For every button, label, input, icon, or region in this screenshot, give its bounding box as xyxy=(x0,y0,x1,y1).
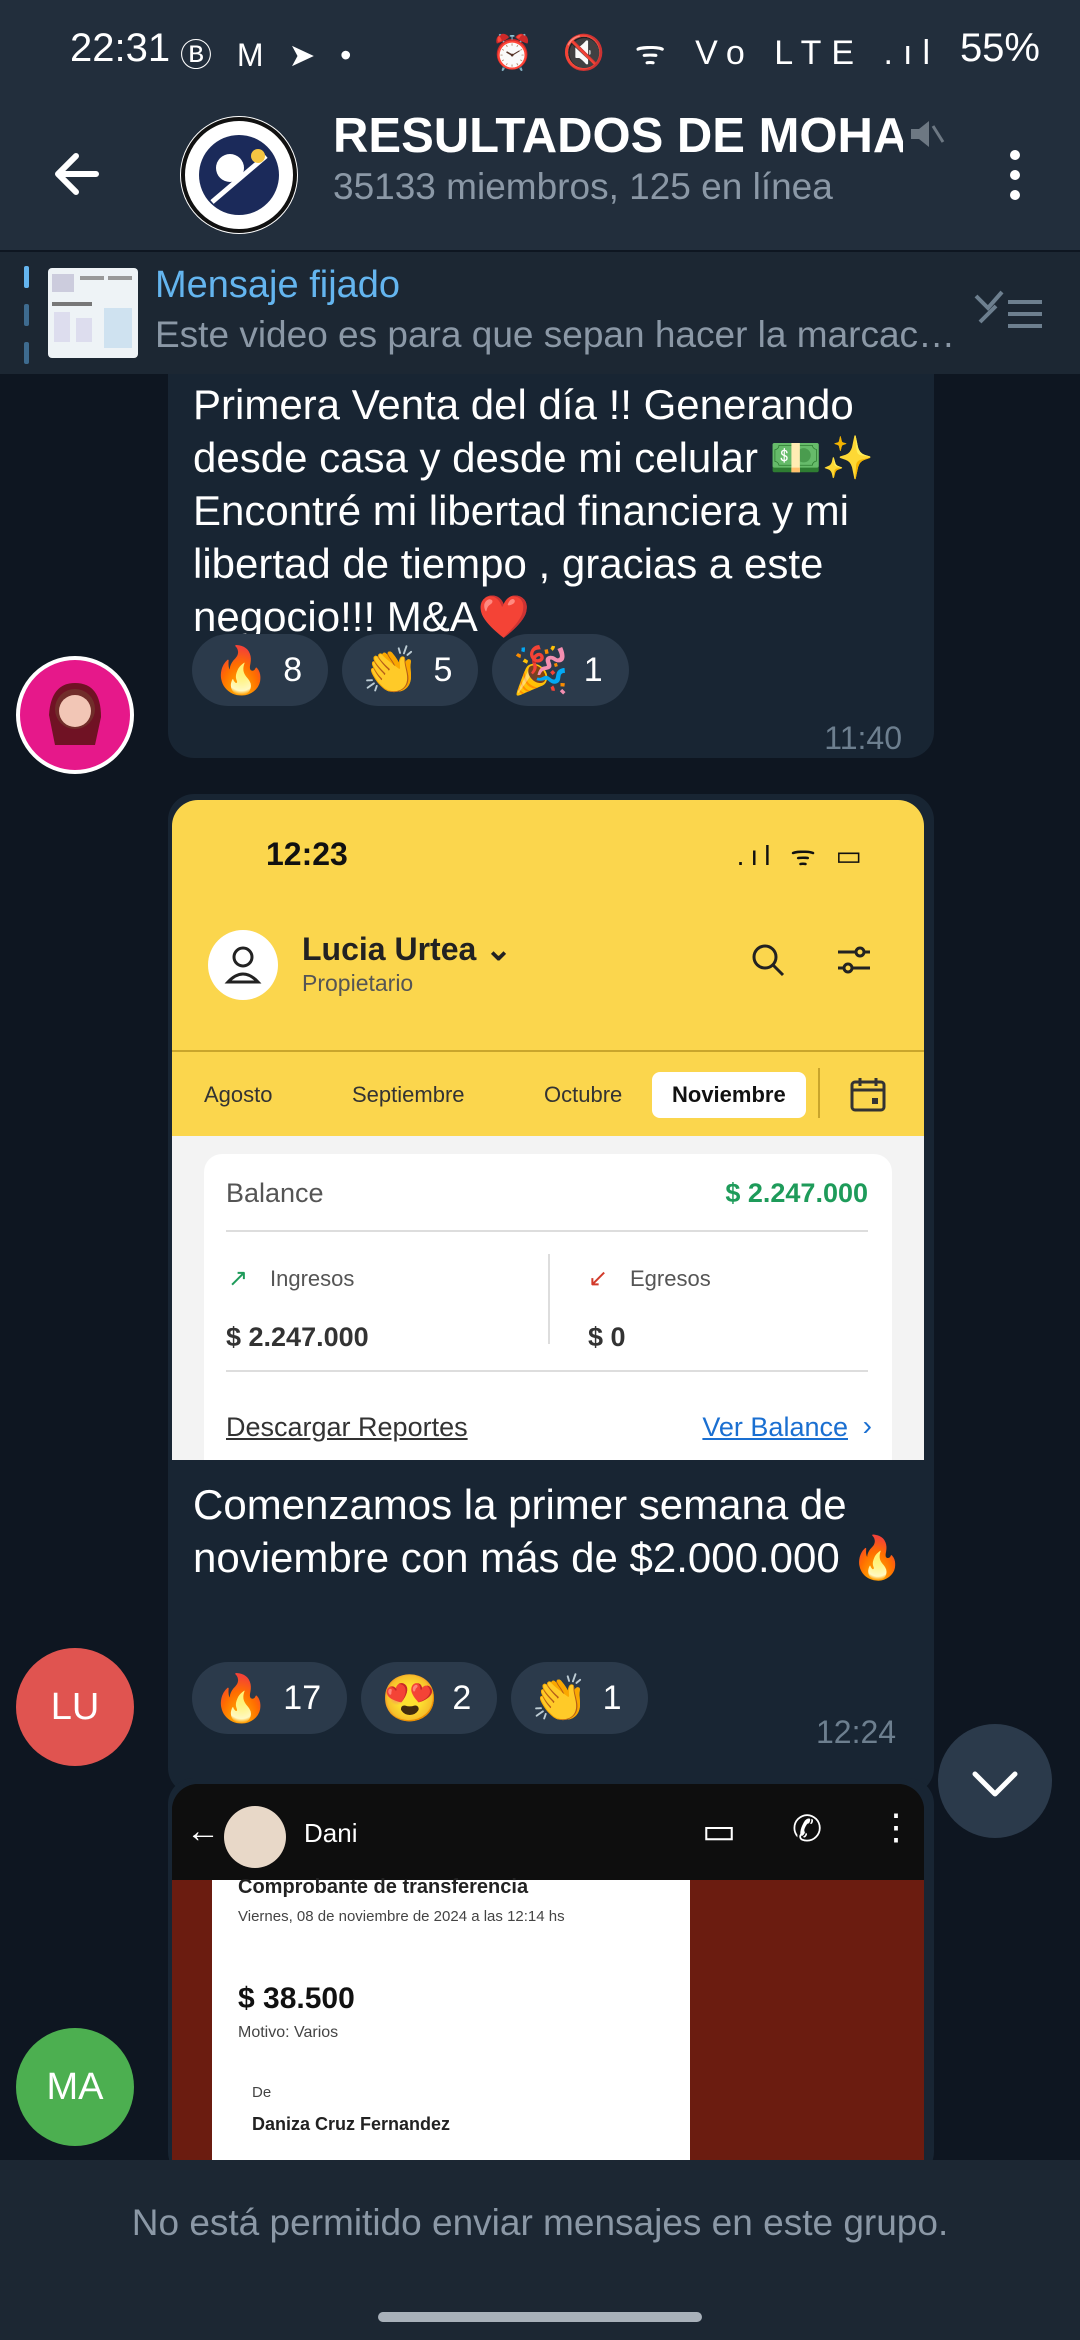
receipt: Comprobante de transferencia Viernes, 08… xyxy=(212,1876,690,2160)
reaction-emoji: 🔥 xyxy=(212,1671,270,1724)
sender-avatar[interactable] xyxy=(16,656,134,774)
user-icon xyxy=(208,930,278,1000)
receipt-from-name: Daniza Cruz Fernandez xyxy=(252,2114,451,2134)
reaction-emoji: 👏 xyxy=(362,643,420,696)
home-indicator[interactable] xyxy=(378,2312,702,2322)
reaction-emoji: 👏 xyxy=(531,1671,589,1724)
balance-card: Balance $ 2.247.000 ↗ Ingresos $ 2.247.0… xyxy=(204,1154,892,1460)
group-title[interactable]: RESULTADOS DE MOHAMMAD xyxy=(333,104,903,168)
filter-icon xyxy=(834,940,874,989)
chat-header: RESULTADOS DE MOHAMMAD 35133 miembros, 1… xyxy=(0,100,1080,250)
pinned-list-icon[interactable] xyxy=(970,282,1050,342)
reaction-emoji: 🎉 xyxy=(512,643,570,696)
reaction-count: 1 xyxy=(583,650,603,689)
group-avatar[interactable] xyxy=(180,116,298,234)
expense-label: Egresos xyxy=(630,1266,711,1291)
search-icon xyxy=(748,940,788,989)
app-user-name: Lucia Urtea ⌄ xyxy=(302,930,512,968)
reaction-clap[interactable]: 👏 1 xyxy=(511,1662,648,1734)
tab-noviembre: Noviembre xyxy=(652,1072,806,1118)
pinned-message-bar[interactable]: Mensaje fijado Este video es para que se… xyxy=(0,250,1080,376)
reaction-party[interactable]: 🎉 1 xyxy=(492,634,629,706)
tab-octubre: Octubre xyxy=(544,1082,623,1107)
divider xyxy=(226,1230,868,1232)
reaction-count: 1 xyxy=(602,1678,622,1717)
reaction-count: 5 xyxy=(433,650,453,689)
message-time: 11:40 xyxy=(824,720,902,756)
reaction-count: 2 xyxy=(452,1678,472,1717)
back-arrow-icon: ← xyxy=(186,1812,220,1850)
sender-avatar-lu[interactable]: LU xyxy=(16,1648,134,1766)
reaction-fire[interactable]: 🔥 8 xyxy=(192,634,329,706)
reaction-fire[interactable]: 🔥 17 xyxy=(192,1662,348,1734)
contact-avatar xyxy=(224,1806,286,1868)
tab-septiembre: Septiembre xyxy=(352,1082,465,1107)
message-text: Comenzamos la primer semana de noviembre… xyxy=(193,1481,904,1581)
app-status-icons: .ıl ᯤ ▭ xyxy=(736,840,868,871)
battery-percent: 55% xyxy=(959,26,1040,70)
calendar-icon xyxy=(848,1074,888,1123)
receipt-reason: Motivo: Varios xyxy=(238,2024,339,2041)
system-icons: ⏰ 🔇 ᯤ Vo LTE .ıl xyxy=(491,34,940,72)
muted-icon xyxy=(905,114,945,154)
video-call-icon: ▭ xyxy=(702,1810,737,1851)
reaction-heart-eyes[interactable]: 😍 2 xyxy=(361,1662,498,1734)
pinned-indicator xyxy=(24,266,29,364)
chevron-down-icon: ⌄ xyxy=(485,931,512,967)
reactions: 🔥 8 👏 5 🎉 1 xyxy=(192,634,629,706)
pinned-text: Este video es para que sepan hacer la ma… xyxy=(155,314,960,355)
sender-avatar-ma[interactable]: MA xyxy=(16,2028,134,2146)
back-arrow-icon[interactable] xyxy=(40,134,120,214)
notification-icons: Ⓑ M ➤ • xyxy=(180,37,360,73)
posting-restricted-notice: No está permitido enviar mensajes en est… xyxy=(131,2202,949,2243)
message-bubble[interactable]: Primera Venta del día !! Generando desde… xyxy=(168,374,934,758)
income-value: $ 2.247.000 xyxy=(226,1322,369,1352)
tab-agosto: Agosto xyxy=(204,1082,273,1107)
receipt-title: Comprobante de transferencia xyxy=(238,1876,529,1898)
scroll-down-button[interactable] xyxy=(938,1724,1052,1838)
view-balance-link: Ver Balance xyxy=(702,1412,848,1442)
phone-icon: ✆ xyxy=(792,1808,823,1849)
tab-divider xyxy=(818,1068,820,1118)
app-user-role: Propietario xyxy=(302,970,414,996)
divider xyxy=(548,1254,550,1344)
message-text: Primera Venta del día !! Generando desde… xyxy=(193,381,875,640)
message-time: 12:24 xyxy=(816,1714,897,1750)
reaction-emoji: 🔥 xyxy=(212,643,270,696)
reaction-emoji: 😍 xyxy=(381,1671,439,1724)
app-status-time: 12:23 xyxy=(266,836,348,872)
status-time: 22:31 xyxy=(70,26,171,70)
app-user-name-text: Lucia Urtea xyxy=(302,931,477,967)
receipt-from-label: De xyxy=(252,2084,272,2101)
bottom-bar: No está permitido enviar mensajes en est… xyxy=(0,2160,1080,2340)
reaction-count: 8 xyxy=(283,650,303,689)
divider xyxy=(226,1370,868,1372)
reactions: 🔥 17 😍 2 👏 1 xyxy=(192,1662,648,1734)
balance-value: $ 2.247.000 xyxy=(725,1178,868,1208)
app-body: Balance $ 2.247.000 ↗ Ingresos $ 2.247.0… xyxy=(172,1136,924,1460)
message-image[interactable]: ← Dani ▭ ✆ ⋮ Comprobante de transferenci… xyxy=(172,1784,924,2160)
expense-arrow-icon: ↙ xyxy=(588,1265,609,1292)
balance-label: Balance xyxy=(226,1178,324,1208)
income-label: Ingresos xyxy=(270,1266,355,1291)
more-menu-icon: ⋮ xyxy=(878,1806,914,1847)
more-menu-icon[interactable] xyxy=(990,134,1040,214)
expense-value: $ 0 xyxy=(588,1322,626,1352)
income-arrow-icon: ↗ xyxy=(228,1265,249,1292)
receipt-date: Viernes, 08 de noviembre de 2024 a las 1… xyxy=(238,1908,565,1925)
status-bar: 22:31 Ⓑ M ➤ • ⏰ 🔇 ᯤ Vo LTE .ıl 55% xyxy=(0,0,1080,100)
contact-name: Dani xyxy=(304,1818,358,1848)
message-image[interactable]: 12:23 .ıl ᯤ ▭ Lucia Urtea ⌄ Propietario … xyxy=(172,800,924,1460)
group-members: 35133 miembros, 125 en línea xyxy=(333,166,833,207)
pinned-thumbnail xyxy=(48,268,138,358)
chat-area[interactable]: Primera Venta del día !! Generando desde… xyxy=(0,374,1080,2160)
contact-bar: ← Dani ▭ ✆ ⋮ xyxy=(172,1784,924,1880)
month-tabs: Agosto Septiembre Octubre Noviembre xyxy=(172,1050,924,1138)
reaction-count: 17 xyxy=(283,1678,322,1717)
pinned-title: Mensaje fijado xyxy=(155,264,401,306)
chevron-right-icon: › xyxy=(862,1410,872,1441)
reaction-clap[interactable]: 👏 5 xyxy=(342,634,479,706)
receipt-amount: $ 38.500 xyxy=(238,1982,355,2015)
download-reports-link: Descargar Reportes xyxy=(226,1412,468,1442)
